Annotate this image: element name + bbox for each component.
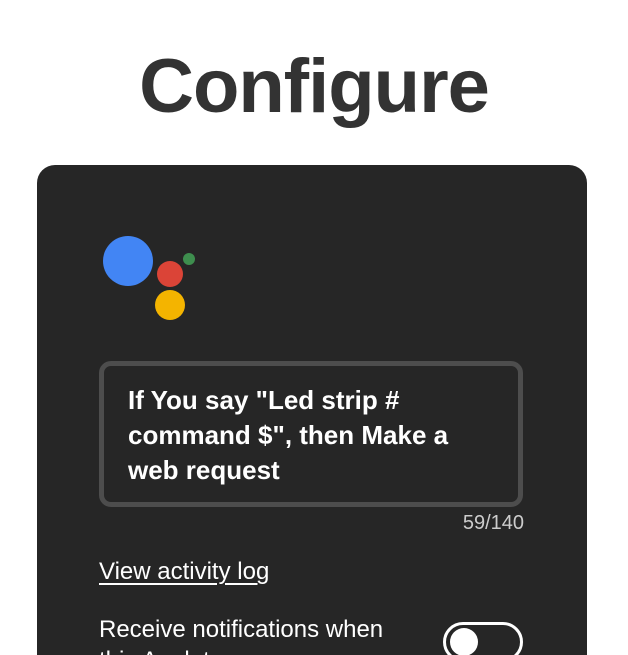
view-activity-log-link[interactable]: View activity log [99, 557, 269, 587]
notifications-label: Receive notifications when this Applet r… [99, 616, 384, 655]
configure-page: Configure If You say "Led strip # comman… [0, 0, 628, 655]
assistant-yellow-dot [155, 290, 185, 320]
character-count: 59/140 [462, 512, 524, 534]
notifications-setting: Receive notifications when this Applet r… [99, 614, 523, 655]
assistant-blue-dot [103, 236, 153, 286]
applet-title-field[interactable]: If You say "Led strip # command $", then… [99, 361, 523, 507]
assistant-green-dot [183, 253, 195, 265]
applet-card: If You say "Led strip # command $", then… [37, 165, 587, 655]
toggle-knob [450, 628, 478, 655]
page-title: Configure [139, 44, 490, 129]
notifications-toggle[interactable] [443, 622, 523, 655]
assistant-red-dot [157, 261, 183, 287]
